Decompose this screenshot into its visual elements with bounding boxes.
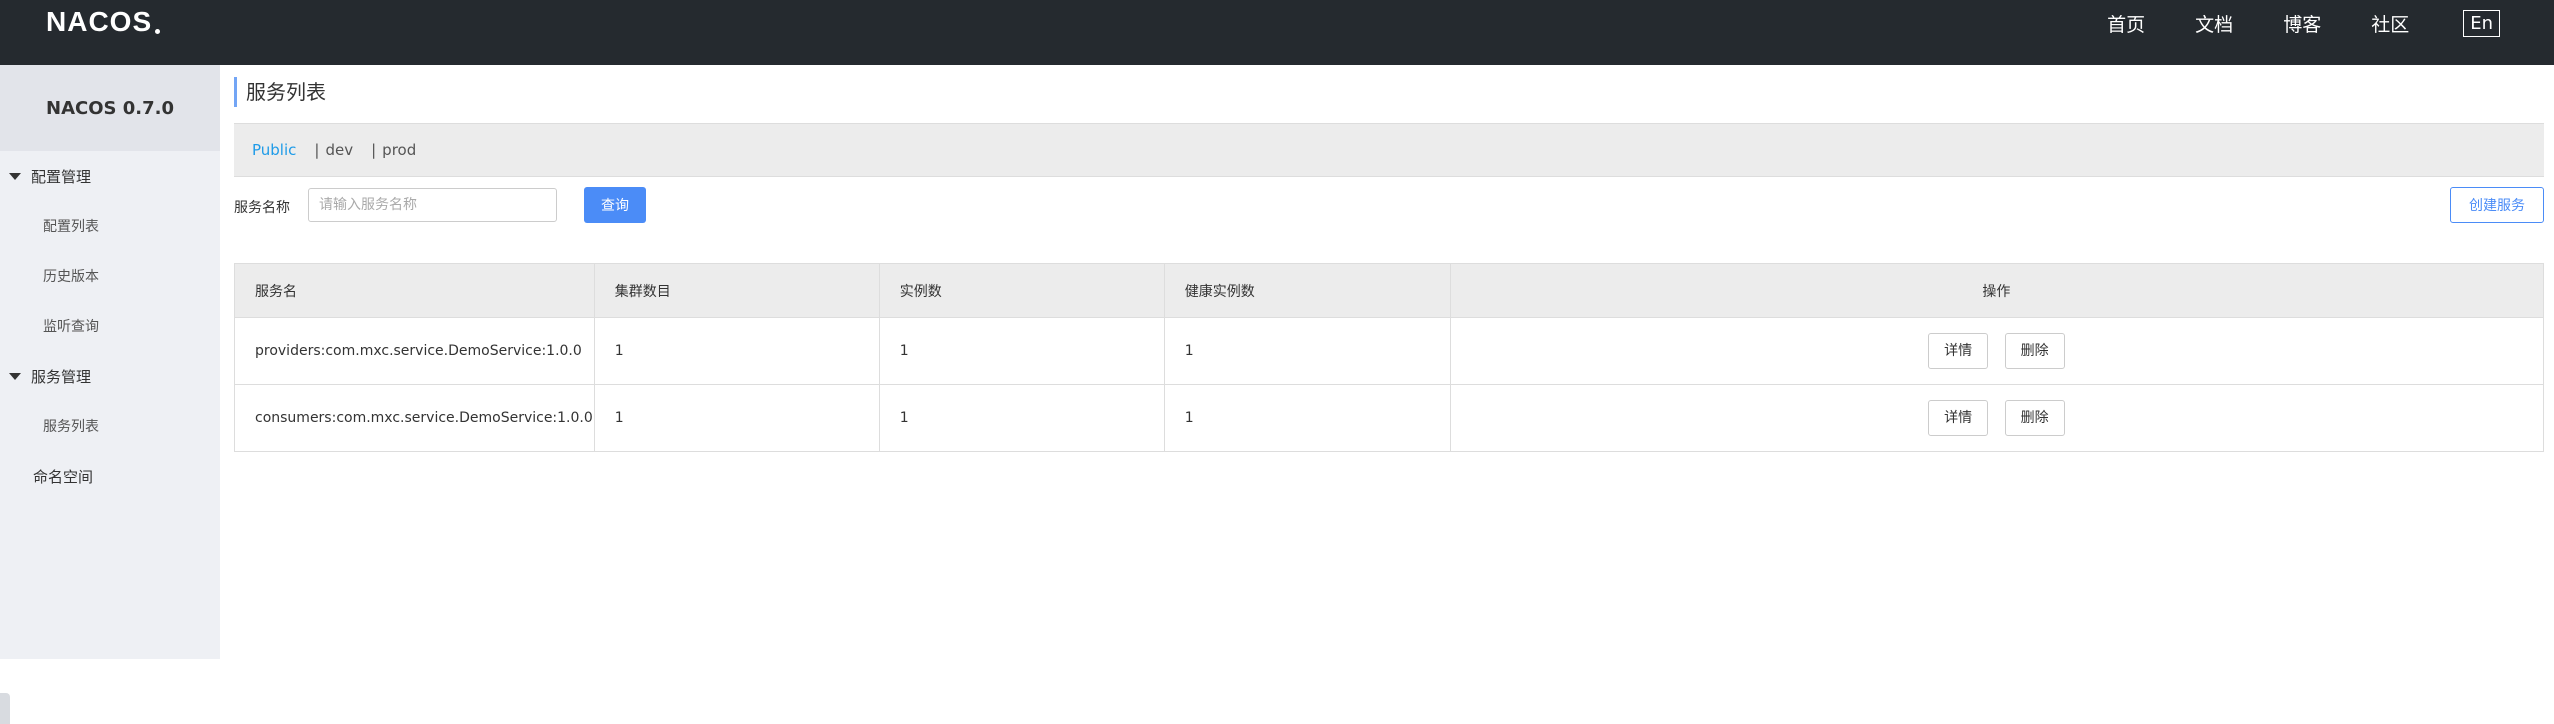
sidebar-title: NACOS 0.7.0 <box>0 65 220 151</box>
sidebar-item-namespace[interactable]: 命名空间 <box>0 451 220 501</box>
nav-community[interactable]: 社区 <box>2371 10 2409 37</box>
service-table: 服务名 集群数目 实例数 健康实例数 操作 providers:com.mxc.… <box>234 263 2545 452</box>
logo-text: NACOS <box>46 6 153 37</box>
language-button[interactable]: En <box>2463 9 2500 37</box>
column-header: 操作 <box>1449 263 2545 318</box>
nacos-logo[interactable]: NACOS <box>46 6 161 38</box>
detail-button[interactable]: 详情 <box>1928 333 1989 369</box>
sidebar-item-service-list[interactable]: 服务列表 <box>0 401 220 451</box>
actions-cell: 详情 删除 <box>1449 317 2545 385</box>
column-header: 实例数 <box>878 263 1165 318</box>
healthy-count-cell: 1 <box>1163 317 1451 385</box>
caret-down-icon <box>9 172 21 180</box>
top-nav: 首页 文档 博客 社区 En <box>2057 0 2500 46</box>
actions-cell: 详情 删除 <box>1449 384 2545 452</box>
service-name-cell: consumers:com.mxc.service.DemoService:1.… <box>234 384 595 452</box>
search-label: 服务名称 <box>234 200 290 216</box>
menu-group-service[interactable]: 服务管理 <box>0 351 220 401</box>
service-name-input[interactable] <box>308 188 557 222</box>
nav-docs[interactable]: 文档 <box>2195 10 2233 37</box>
namespace-bar: Public | dev | prod <box>234 123 2544 177</box>
table-row: providers:com.mxc.service.DemoService:1.… <box>234 317 2545 385</box>
sidebar-item-listener-query[interactable]: 监听查询 <box>0 301 220 351</box>
healthy-count-cell: 1 <box>1163 384 1451 452</box>
namespace-divider: | <box>371 141 377 159</box>
create-service-button[interactable]: 创建服务 <box>2450 187 2544 223</box>
sidebar-collapse-handle[interactable] <box>0 693 10 724</box>
column-header: 服务名 <box>234 263 595 318</box>
table-row: consumers:com.mxc.service.DemoService:1.… <box>234 384 2545 452</box>
namespace-dev[interactable]: dev <box>325 141 353 159</box>
sidebar: NACOS 0.7.0 配置管理 配置列表 历史版本 监听查询 服务管理 服务列… <box>0 65 220 724</box>
sidebar-item-history[interactable]: 历史版本 <box>0 251 220 301</box>
nav-home[interactable]: 首页 <box>2107 10 2145 37</box>
table-header-row: 服务名 集群数目 实例数 健康实例数 操作 <box>234 263 2545 318</box>
column-header: 集群数目 <box>593 263 880 318</box>
query-button[interactable]: 查询 <box>584 187 646 223</box>
logo-dot-icon <box>155 28 161 34</box>
service-name-cell: providers:com.mxc.service.DemoService:1.… <box>234 317 595 385</box>
namespace-divider: | <box>314 141 320 159</box>
column-header: 健康实例数 <box>1163 263 1451 318</box>
caret-down-icon <box>9 372 21 380</box>
nav-blog[interactable]: 博客 <box>2283 10 2321 37</box>
instance-count-cell: 1 <box>878 317 1165 385</box>
menu-group-label: 服务管理 <box>31 367 92 386</box>
menu-group-config[interactable]: 配置管理 <box>0 151 220 201</box>
cluster-count-cell: 1 <box>593 384 880 452</box>
instance-count-cell: 1 <box>878 384 1165 452</box>
sidebar-item-config-list[interactable]: 配置列表 <box>0 201 220 251</box>
delete-button[interactable]: 删除 <box>2004 333 2065 369</box>
page-title: 服务列表 <box>234 77 326 107</box>
detail-button[interactable]: 详情 <box>1928 400 1989 436</box>
namespace-prod[interactable]: prod <box>382 141 416 159</box>
delete-button[interactable]: 删除 <box>2004 400 2065 436</box>
main-content: 服务列表 Public | dev | prod 服务名称 查询 创建服务 服务… <box>220 65 2554 659</box>
namespace-public[interactable]: Public <box>252 141 296 159</box>
menu-group-label: 配置管理 <box>31 167 92 186</box>
cluster-count-cell: 1 <box>593 317 880 385</box>
top-bar: NACOS 首页 文档 博客 社区 En <box>0 0 2554 65</box>
